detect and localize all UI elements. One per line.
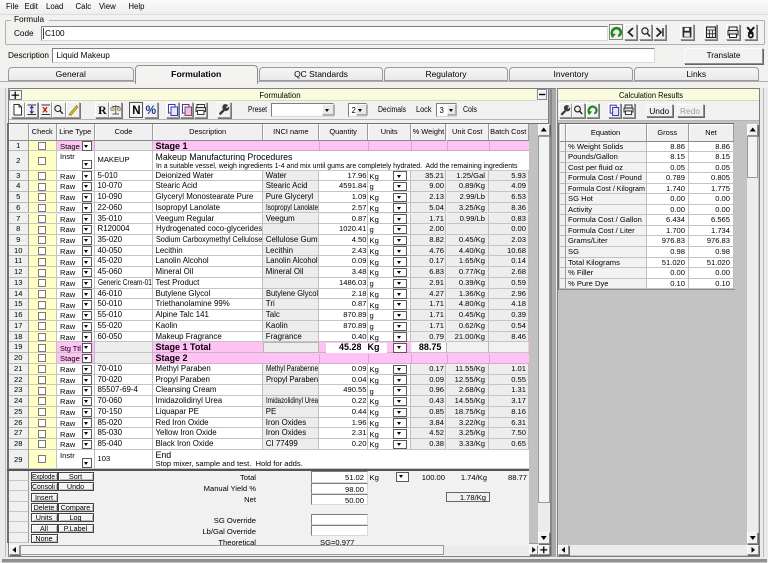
svg-text:%: %: [145, 103, 156, 117]
svg-text:N: N: [132, 105, 140, 117]
svg-text:R: R: [98, 103, 107, 117]
